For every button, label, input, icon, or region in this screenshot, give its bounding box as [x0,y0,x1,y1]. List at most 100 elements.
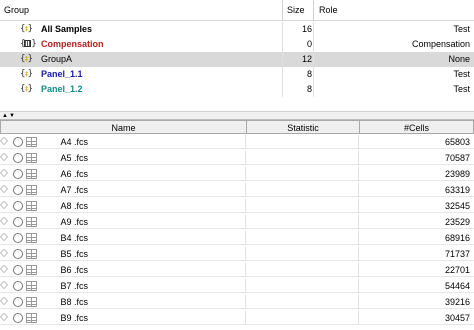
cell-divider [245,167,246,181]
sample-row[interactable]: B4 .fcs 68916 [0,231,474,246]
sample-name: B5 .fcs [60,249,88,259]
cell-divider [282,52,283,67]
sample-pane: Name Statistic #Cells A4 .fcs 65803 A5 .fc… [0,120,474,330]
cell-divider [245,247,246,261]
keyword-diamond-icon[interactable] [0,168,9,178]
group-name: All Samples [41,24,93,34]
sample-cell-count: 23989 [444,169,470,179]
sample-table-icon[interactable] [26,281,37,291]
sample-name: A9 .fcs [60,217,88,227]
cell-divider [358,183,359,197]
sample-row[interactable]: A7 .fcs 63319 [0,183,474,198]
group-table-header: Group Size Role [0,0,474,21]
sample-table-icon[interactable] [26,185,37,195]
sample-row[interactable]: B6 .fcs 22701 [0,263,474,278]
sample-table-icon[interactable] [26,201,37,211]
column-header-size[interactable]: Size [287,5,305,15]
cell-divider [245,151,246,165]
sample-radio-button[interactable] [13,217,23,227]
sample-table-header: Name Statistic #Cells [0,120,474,134]
sample-table-icon[interactable] [26,265,37,275]
keyword-diamond-icon[interactable] [0,312,9,322]
group-row[interactable]: {‡} GroupA 12 None [0,52,474,67]
sample-radio-button[interactable] [13,185,23,195]
column-header-statistic[interactable]: Statistic [247,123,359,133]
keyword-diamond-icon[interactable] [0,264,9,274]
sample-row[interactable]: A9 .fcs 23529 [0,215,474,230]
compensation-group-icon: {} [20,39,37,49]
column-header-name[interactable]: Name [1,123,246,133]
keyword-diamond-icon[interactable] [0,280,9,290]
cell-divider [358,151,359,165]
sample-radio-button[interactable] [13,233,23,243]
sample-row[interactable]: B9 .fcs 30457 [0,311,474,326]
sample-radio-button[interactable] [13,297,23,307]
sample-table-icon[interactable] [26,249,37,259]
sample-name: B9 .fcs [60,313,88,323]
sample-table-icon[interactable] [26,153,37,163]
sample-cell-count: 39216 [444,297,470,307]
sample-radio-button[interactable] [13,201,23,211]
column-header-cells[interactable]: #Cells [360,123,473,133]
keyword-diamond-icon[interactable] [0,216,9,226]
sample-name: B6 .fcs [60,265,88,275]
sample-name: A6 .fcs [60,169,88,179]
keyword-diamond-icon[interactable] [0,248,9,258]
sample-radio-button[interactable] [13,169,23,179]
cell-divider [313,37,314,52]
group-size: 0 [306,39,312,49]
group-row[interactable]: {‡} Panel_1.1 8 Test [0,67,474,82]
group-row[interactable]: {} Compensation 0 Compensation [0,37,474,52]
keyword-diamond-icon[interactable] [0,296,9,306]
sample-row[interactable]: B8 .fcs 39216 [0,295,474,310]
keyword-diamond-icon[interactable] [0,184,9,194]
cell-divider [245,135,246,149]
keyword-diamond-icon[interactable] [0,152,9,162]
keyword-diamond-icon[interactable] [0,136,9,146]
group-role: Test [453,84,470,94]
group-size: 8 [306,69,312,79]
sample-cell-count: 63319 [444,185,470,195]
sample-table-icon[interactable] [26,217,37,227]
sample-table-icon[interactable] [26,169,37,179]
cell-divider [313,52,314,67]
keyword-diamond-icon[interactable] [0,200,9,210]
expand-down-arrow-icon[interactable]: ▼ [9,113,15,119]
cell-divider [358,167,359,181]
sample-row[interactable]: A5 .fcs 70587 [0,151,474,166]
sample-row[interactable]: A6 .fcs 23989 [0,167,474,182]
sample-radio-button[interactable] [13,313,23,323]
sample-cell-count: 23529 [444,217,470,227]
sample-radio-button[interactable] [13,249,23,259]
keyword-diamond-icon[interactable] [0,232,9,242]
sample-table-icon[interactable] [26,297,37,307]
column-header-group[interactable]: Group [4,5,29,15]
sample-row[interactable]: B7 .fcs 54464 [0,279,474,294]
cell-divider [358,311,359,325]
sample-table-icon[interactable] [26,137,37,147]
column-header-role[interactable]: Role [319,5,338,15]
sample-radio-button[interactable] [13,137,23,147]
column-divider[interactable] [282,0,283,21]
sample-table-icon[interactable] [26,313,37,323]
sample-radio-button[interactable] [13,153,23,163]
sample-table-icon[interactable] [26,233,37,243]
column-divider[interactable] [313,0,314,21]
sample-row[interactable]: B5 .fcs 71737 [0,247,474,262]
group-icon: {‡} [20,54,33,64]
sample-name: A7 .fcs [60,185,88,195]
pane-splitter[interactable]: ▲ ▼ [0,111,474,120]
group-row[interactable]: {‡} Panel_1.2 8 Test [0,82,474,97]
sample-row[interactable]: A8 .fcs 32545 [0,199,474,214]
sample-radio-button[interactable] [13,265,23,275]
sample-row[interactable]: A4 .fcs 65803 [0,135,474,150]
cell-divider [358,247,359,261]
sample-radio-button[interactable] [13,281,23,291]
cell-divider [358,231,359,245]
group-name: Compensation [41,39,104,49]
group-size: 8 [306,84,312,94]
collapse-up-arrow-icon[interactable]: ▲ [2,113,8,119]
cell-divider [358,135,359,149]
group-row[interactable]: {‡} All Samples 16 Test [0,22,474,37]
cell-divider [245,279,246,293]
